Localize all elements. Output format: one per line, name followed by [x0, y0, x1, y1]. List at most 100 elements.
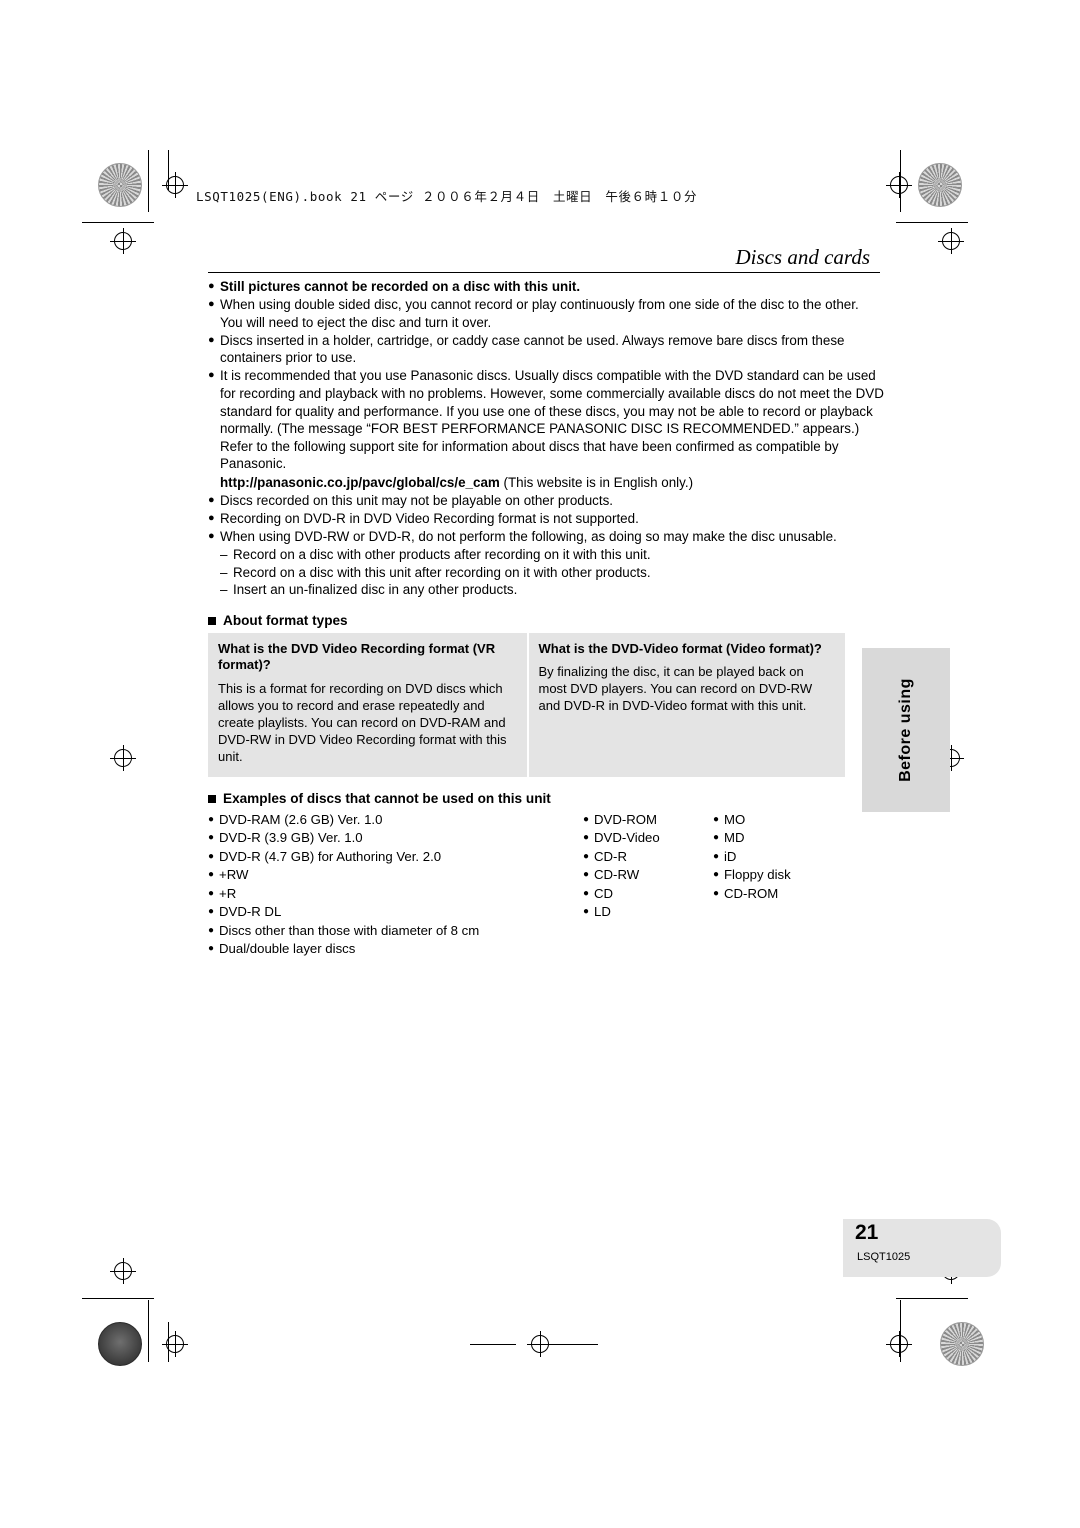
list-item: ● iD — [713, 848, 863, 867]
list-item: ● It is recommended that you use Panason… — [208, 367, 884, 473]
bullet-dot-icon: ● — [208, 832, 215, 844]
list-item-text: CD-ROM — [724, 885, 779, 901]
bullet-dot-icon: ● — [208, 813, 215, 825]
list-item: ● MD — [713, 829, 863, 848]
list-item: ● Discs recorded on this unit may not be… — [208, 492, 884, 510]
section-heading-format-types: About format types — [208, 613, 884, 628]
chapter-title: Discs and cards — [735, 245, 870, 269]
crop-mark-left-bottom — [110, 1258, 136, 1284]
bullet-dot-icon: ● — [583, 832, 590, 844]
format-column-body: By finalizing the disc, it can be played… — [538, 664, 813, 714]
format-column-body: This is a format for recording on DVD di… — [218, 680, 507, 764]
list-item-text: LD — [594, 904, 611, 920]
crop-line-bottom-center-h2 — [552, 1344, 598, 1345]
bullet-dot-icon: ● — [208, 333, 215, 346]
crop-line-bottom-right-h — [896, 1298, 968, 1299]
section-heading-text: About format types — [223, 612, 348, 628]
crop-line-top-right-v — [900, 150, 901, 212]
list-item: ● When using DVD-RW or DVD-R, do not per… — [208, 528, 884, 546]
side-tab-label: Before using — [897, 678, 914, 782]
list-item: ● DVD-RAM (2.6 GB) Ver. 1.0 — [208, 811, 583, 830]
crop-line-bottom-right-v — [900, 1300, 901, 1362]
list-item-text: Still pictures cannot be recorded on a d… — [220, 279, 581, 294]
crop-line-left-edge-bottom — [168, 1322, 169, 1362]
list-item-text: DVD-Video — [594, 830, 660, 846]
list-item: ● DVD-Video — [583, 829, 713, 848]
book-header-line: LSQT1025(ENG).book 21 ページ ２００６年２月４日 土曜日 … — [196, 189, 698, 204]
format-column-title: What is the DVD Video Recording format (… — [218, 640, 496, 673]
sub-list-item: – Insert an un-finalized disc in any oth… — [220, 581, 884, 599]
list-item: ● +RW — [208, 866, 583, 885]
bullet-dot-icon: ● — [208, 850, 215, 862]
format-column-video: What is the DVD-Video format (Video form… — [526, 632, 846, 777]
list-item-text: CD-R — [594, 848, 627, 864]
registration-target-top-right — [918, 163, 962, 207]
list-item: ● DVD-R (4.7 GB) for Authoring Ver. 2.0 — [208, 848, 583, 867]
list-item: ● LD — [583, 903, 713, 922]
section-heading-text: Examples of discs that cannot be used on… — [223, 790, 551, 806]
bullet-dot-icon: ● — [583, 850, 590, 862]
unusable-discs-column-2: ● DVD-ROM ● DVD-Video ● CD-R ● CD-RW ● CD ● LD — [583, 811, 713, 959]
registration-target-bottom-left — [98, 1322, 142, 1366]
bullet-dot-icon: ● — [208, 493, 215, 506]
list-item-text: It is recommended that you use Panasonic… — [220, 368, 884, 472]
support-url-text: http://panasonic.co.jp/pavc/global/cs/e_… — [220, 474, 884, 492]
list-item: ● Discs inserted in a holder, cartridge,… — [208, 332, 884, 367]
bullet-dot-icon: ● — [208, 298, 215, 311]
list-item-text: DVD-RAM (2.6 GB) Ver. 1.0 — [219, 811, 383, 827]
unusable-discs-lists: ● DVD-RAM (2.6 GB) Ver. 1.0 ● DVD-R (3.9 G… — [208, 811, 884, 959]
list-item-text: iD — [724, 848, 737, 864]
list-item-text: +RW — [219, 867, 249, 883]
list-item-text: DVD-R DL — [219, 904, 282, 920]
crop-mark-bottom-center — [527, 1331, 553, 1357]
bullet-dot-icon: ● — [713, 813, 720, 825]
list-item-text: Recording on DVD-R in DVD Video Recordin… — [220, 510, 639, 526]
bullet-dot-icon: ● — [583, 869, 590, 881]
list-item-text: Discs inserted in a holder, cartridge, o… — [220, 332, 845, 366]
page-number: 21 — [855, 1221, 879, 1244]
crop-line-bottom-left-v — [148, 1300, 149, 1362]
list-item-text: DVD-R (4.7 GB) for Authoring Ver. 2.0 — [219, 848, 442, 864]
dash-icon: – — [220, 546, 228, 562]
support-url-note: (This website is in English only.) — [499, 474, 694, 490]
list-item-text: Discs recorded on this unit may not be p… — [220, 492, 614, 508]
bullet-dot-icon: ● — [208, 511, 215, 524]
list-item-text: Dual/double layer discs — [219, 941, 356, 957]
list-item-text: CD-RW — [594, 867, 640, 883]
list-item: ● Dual/double layer discs — [208, 940, 583, 959]
list-item: ● DVD-R DL — [208, 903, 583, 922]
sub-list-item-text: Record on a disc with this unit after re… — [233, 564, 651, 580]
crop-line-top-right-h — [896, 222, 968, 223]
crop-line-bottom-center-h — [470, 1344, 516, 1345]
list-item-text: When using DVD-RW or DVD-R, do not perfo… — [220, 528, 837, 544]
section-heading-examples: Examples of discs that cannot be used on… — [208, 791, 884, 806]
bullet-dot-icon: ● — [208, 924, 215, 936]
list-item-text: DVD-ROM — [594, 811, 658, 827]
list-item-text: MO — [724, 811, 746, 827]
sub-list-item-text: Record on a disc with other products aft… — [233, 546, 651, 562]
sub-list-item: – Record on a disc with other products a… — [220, 546, 884, 564]
bullet-spacer — [208, 474, 220, 492]
unusable-discs-extra: ● Discs other than those with diameter of… — [208, 922, 583, 959]
crop-line-left-edge — [168, 150, 169, 190]
crop-mark-left-mid — [110, 745, 136, 771]
list-item: ● MO — [713, 811, 863, 830]
list-item-text: MD — [724, 830, 745, 846]
bullet-dot-icon: ● — [208, 943, 215, 955]
bullet-dot-icon: ● — [583, 906, 590, 918]
main-content: ● Still pictures cannot be recorded on a… — [208, 278, 884, 959]
crop-line-bottom-left-h — [82, 1298, 154, 1299]
list-item: ● Still pictures cannot be recorded on a… — [208, 278, 884, 296]
list-item-text: Floppy disk — [724, 867, 791, 883]
bullet-dot-icon: ● — [583, 887, 590, 899]
support-url[interactable]: http://panasonic.co.jp/pavc/global/cs/e_… — [220, 475, 500, 490]
sub-list-item: – Record on a disc with this unit after … — [220, 564, 884, 582]
list-item-text: Discs other than those with diameter of … — [219, 922, 480, 938]
support-url-row: http://panasonic.co.jp/pavc/global/cs/e_… — [208, 474, 884, 492]
bullet-dot-icon: ● — [208, 906, 215, 918]
bullet-dot-icon: ● — [583, 813, 590, 825]
list-item: ● Floppy disk — [713, 866, 863, 885]
notes-bullet-list: ● Still pictures cannot be recorded on a… — [208, 278, 884, 599]
bullet-dot-icon: ● — [713, 850, 720, 862]
crop-mark-bottom-left — [162, 1331, 188, 1357]
